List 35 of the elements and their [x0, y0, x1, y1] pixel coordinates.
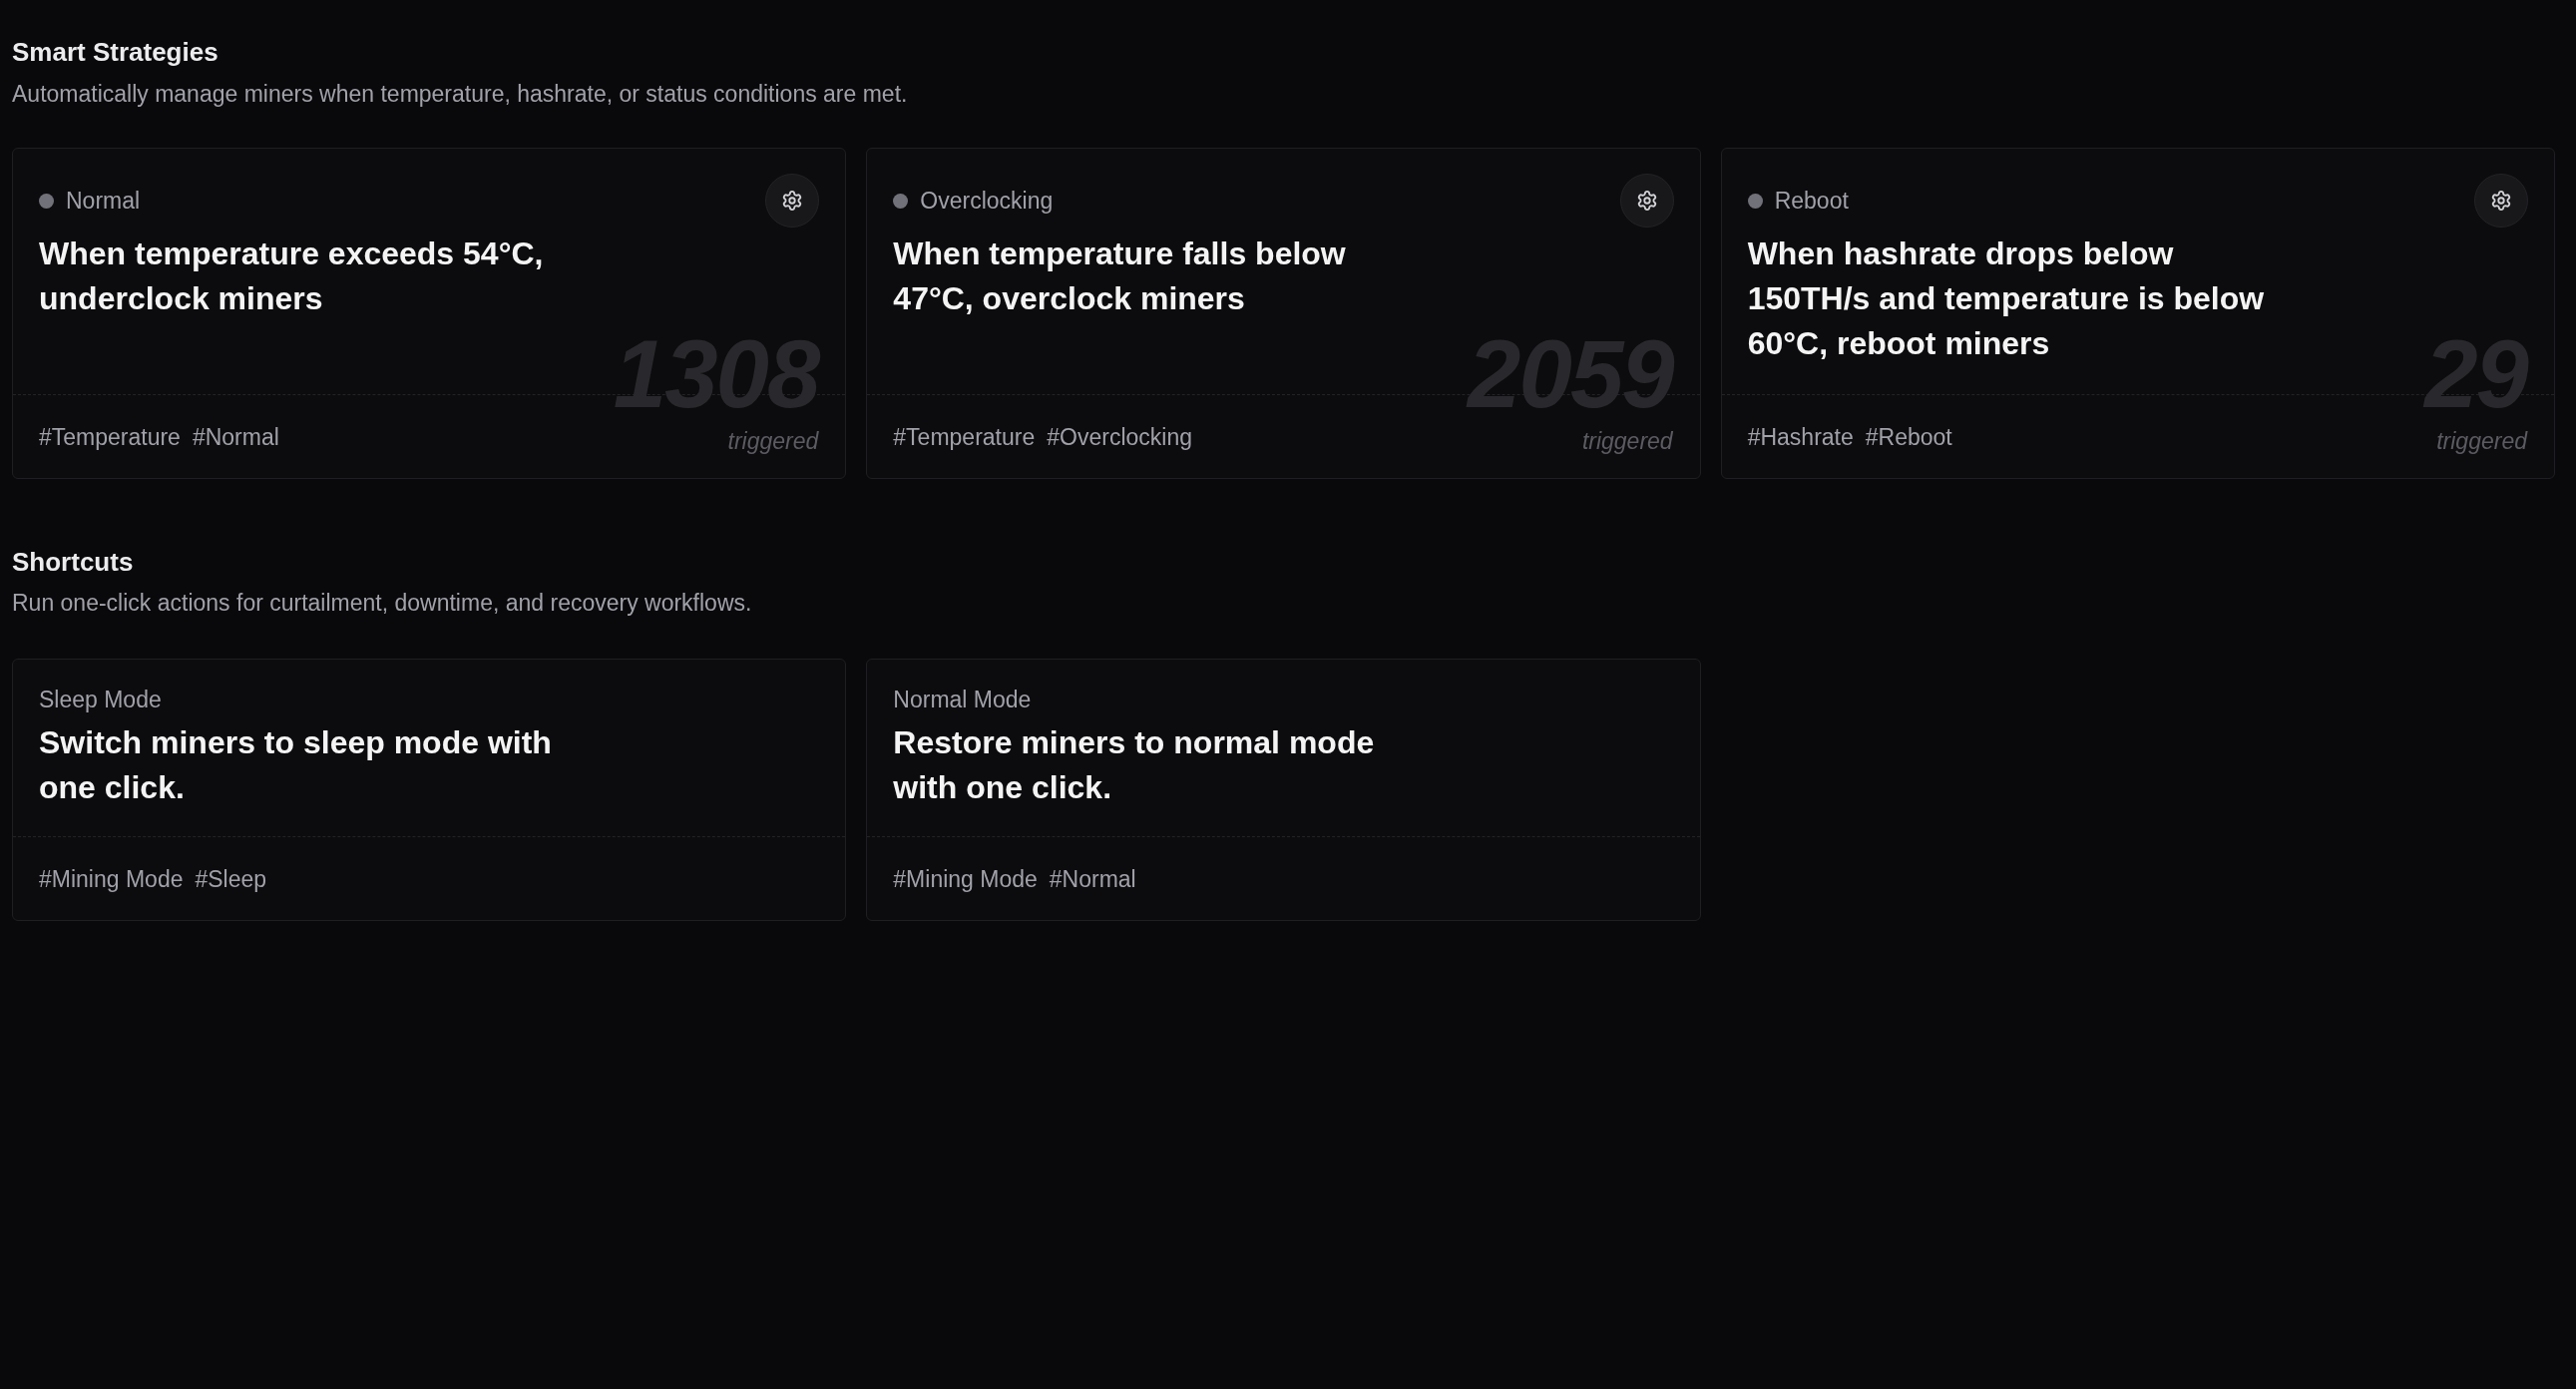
- tag-label: #Mining Mode: [39, 864, 184, 894]
- shortcut-title: Switch miners to sleep mode with one click.: [39, 723, 553, 807]
- tag-label: #Normal: [1049, 864, 1136, 894]
- shortcut-card[interactable]: Sleep Mode Switch miners to sleep mode with one click. #Mining Mode #Sleep: [12, 659, 847, 921]
- settings-icon: [781, 190, 804, 212]
- settings-button[interactable]: [1619, 174, 1674, 228]
- tag-label: #Mining Mode: [893, 864, 1038, 894]
- shortcut-title: Restore miners to normal mode with one click.: [893, 723, 1376, 807]
- shortcut-mode-label: Normal Mode: [893, 686, 1033, 714]
- tag-label: #Temperature: [39, 422, 181, 452]
- tag-label: #Temperature: [893, 422, 1036, 452]
- shortcut-mode-label: Sleep Mode: [39, 686, 163, 714]
- section-title: Shortcuts: [12, 547, 135, 577]
- strategy-title: When temperature exceeds 54°C, underclock miners: [39, 234, 545, 318]
- section-description: Run one-click actions for curtailment, downtime, and recovery workflows.: [12, 589, 753, 618]
- strategy-mode-label: Overclocking: [920, 187, 1054, 216]
- strategy-mode-label: Normal: [66, 187, 141, 216]
- trigger-count-label: triggered: [2436, 427, 2527, 456]
- section-title: Smart Strategies: [12, 37, 219, 67]
- settings-icon: [2490, 190, 2512, 212]
- settings-button[interactable]: [765, 174, 820, 228]
- strategy-title: When temperature falls below 47°C, overclock miners: [893, 234, 1347, 318]
- tag-label: #Sleep: [195, 864, 267, 894]
- trigger-count-label: triggered: [727, 427, 819, 456]
- tag-label: #Reboot: [1865, 422, 1952, 452]
- tag-label: #Normal: [192, 422, 279, 452]
- settings-icon: [1635, 190, 1658, 212]
- tag-label: #Hashrate: [1747, 422, 1854, 452]
- strategy-mode-label: Reboot: [1774, 187, 1849, 216]
- section-description: Automatically manage miners when temperature, hashrate, or status conditions are met.: [12, 80, 909, 109]
- strategy-title: When hashrate drops below 150TH/s and temperature is below 60°C, reboot miners: [1747, 234, 2266, 363]
- trigger-count-label: triggered: [1581, 427, 1673, 456]
- tag-label: #Overclocking: [1047, 422, 1192, 452]
- shortcut-card[interactable]: Normal Mode Restore miners to normal mode with one click. #Mining Mode #Normal: [866, 659, 1701, 921]
- settings-button[interactable]: [2474, 174, 2528, 228]
